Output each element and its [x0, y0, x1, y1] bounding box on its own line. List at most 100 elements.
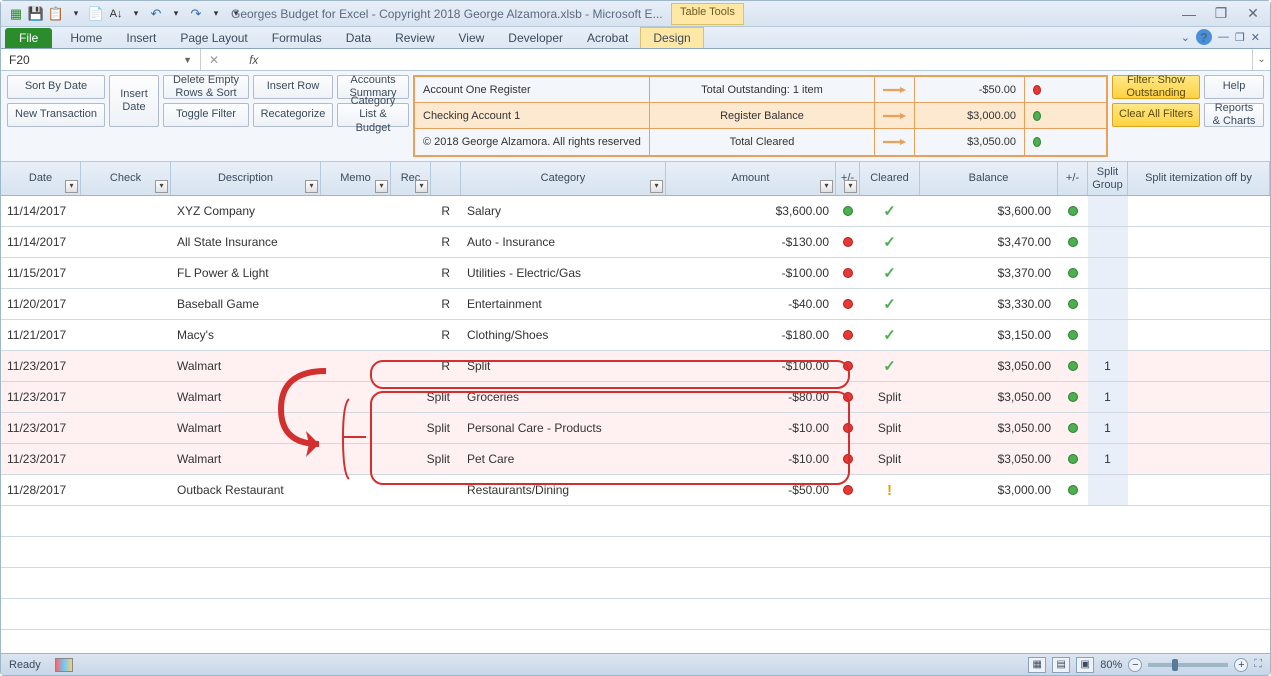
sort-by-date-button[interactable]: Sort By Date	[7, 75, 105, 99]
cell-rec[interactable]	[391, 444, 431, 474]
cell-check[interactable]	[81, 475, 171, 505]
cell-rec[interactable]	[391, 413, 431, 443]
redo-icon[interactable]: ↷	[187, 5, 205, 23]
tab-insert[interactable]: Insert	[114, 28, 168, 48]
cell-split-group[interactable]	[1088, 475, 1128, 505]
cell-rec-value[interactable]: Split	[431, 444, 461, 474]
filter-dropdown-icon[interactable]: ▾	[415, 180, 428, 193]
namebox-dropdown-icon[interactable]: ▼	[183, 55, 192, 65]
cell-balance[interactable]: $3,000.00	[920, 475, 1058, 505]
dropdown-icon[interactable]: ▾	[207, 5, 225, 23]
close-icon[interactable]: ✕	[1242, 6, 1264, 22]
page-break-view-icon[interactable]: ▣	[1076, 657, 1094, 673]
cell-category[interactable]: Clothing/Shoes	[461, 320, 666, 350]
table-row[interactable]: 11/28/2017Outback RestaurantRestaurants/…	[1, 475, 1270, 506]
cell-rec-value[interactable]: Split	[431, 382, 461, 412]
cell-split-group[interactable]: 1	[1088, 444, 1128, 474]
cell-memo[interactable]	[321, 196, 391, 226]
cell-split-group[interactable]	[1088, 196, 1128, 226]
cell-memo[interactable]	[321, 413, 391, 443]
cell-category[interactable]: Groceries	[461, 382, 666, 412]
cell-description[interactable]: Outback Restaurant	[171, 475, 321, 505]
zoom-level[interactable]: 80%	[1100, 659, 1122, 671]
cell-cleared[interactable]: Split	[860, 413, 920, 443]
cell-amount[interactable]: -$40.00	[666, 289, 836, 319]
cell-amount[interactable]: -$100.00	[666, 258, 836, 288]
cell-cleared[interactable]: ✓	[860, 196, 920, 226]
cell-memo[interactable]	[321, 227, 391, 257]
cell-rec[interactable]	[391, 258, 431, 288]
cell-amount[interactable]: -$180.00	[666, 320, 836, 350]
cell-split-group[interactable]: 1	[1088, 382, 1128, 412]
summary-row[interactable]: Account One RegisterTotal Outstanding: 1…	[415, 77, 1106, 103]
empty-row[interactable]	[1, 599, 1270, 630]
header-check[interactable]: Check▾	[81, 162, 171, 195]
undo-icon[interactable]: ↶	[147, 5, 165, 23]
cell-check[interactable]	[81, 289, 171, 319]
header-rec[interactable]: Rec▾	[391, 162, 431, 195]
tab-data[interactable]: Data	[334, 28, 383, 48]
filter-dropdown-icon[interactable]: ▾	[844, 180, 857, 193]
cell-date[interactable]: 11/15/2017	[1, 258, 81, 288]
fullscreen-icon[interactable]: ⛶	[1254, 658, 1262, 671]
cell-description[interactable]: All State Insurance	[171, 227, 321, 257]
normal-view-icon[interactable]: ▦	[1028, 657, 1046, 673]
formula-input[interactable]	[288, 53, 1244, 67]
header-amount[interactable]: Amount▾	[666, 162, 836, 195]
tab-acrobat[interactable]: Acrobat	[575, 28, 640, 48]
cell-check[interactable]	[81, 444, 171, 474]
table-row[interactable]: 11/23/2017WalmartRSplit-$100.00✓$3,050.0…	[1, 351, 1270, 382]
cell-split-group[interactable]	[1088, 227, 1128, 257]
header-pm2[interactable]: +/-	[1058, 162, 1088, 195]
cell-memo[interactable]	[321, 475, 391, 505]
cell-rec[interactable]	[391, 475, 431, 505]
cell-cleared[interactable]: ✓	[860, 289, 920, 319]
cell-rec-value[interactable]: R	[431, 289, 461, 319]
cell-balance[interactable]: $3,150.00	[920, 320, 1058, 350]
header-description[interactable]: Description▾	[171, 162, 321, 195]
cell-memo[interactable]	[321, 289, 391, 319]
cell-description[interactable]: Walmart	[171, 351, 321, 381]
cell-rec[interactable]	[391, 196, 431, 226]
cell-split-item[interactable]	[1128, 413, 1248, 443]
macro-record-icon[interactable]	[55, 658, 73, 672]
zoom-in-icon[interactable]: +	[1234, 658, 1248, 672]
filter-dropdown-icon[interactable]: ▾	[65, 180, 78, 193]
cell-rec[interactable]	[391, 320, 431, 350]
cell-split-item[interactable]	[1128, 382, 1248, 412]
delete-empty-rows-button[interactable]: Delete Empty Rows & Sort	[163, 75, 249, 99]
insert-row-button[interactable]: Insert Row	[253, 75, 333, 99]
save-icon[interactable]: 💾	[27, 5, 45, 23]
cell-amount[interactable]: -$130.00	[666, 227, 836, 257]
cell-rec-value[interactable]: R	[431, 227, 461, 257]
filter-dropdown-icon[interactable]: ▾	[155, 180, 168, 193]
help-button[interactable]: Help	[1204, 75, 1264, 99]
cell-description[interactable]: Walmart	[171, 413, 321, 443]
table-row[interactable]: 11/14/2017XYZ CompanyRSalary$3,600.00✓$3…	[1, 196, 1270, 227]
paste-icon[interactable]: 📄	[87, 5, 105, 23]
cell-amount[interactable]: -$10.00	[666, 413, 836, 443]
cell-split-group[interactable]: 1	[1088, 413, 1128, 443]
cell-cleared[interactable]: ✓	[860, 351, 920, 381]
cell-rec-value[interactable]: R	[431, 196, 461, 226]
cell-check[interactable]	[81, 196, 171, 226]
cell-description[interactable]: Macy's	[171, 320, 321, 350]
page-layout-view-icon[interactable]: ▤	[1052, 657, 1070, 673]
header-split-itemization[interactable]: Split itemization off by	[1128, 162, 1270, 195]
cell-date[interactable]: 11/14/2017	[1, 227, 81, 257]
cell-description[interactable]: Baseball Game	[171, 289, 321, 319]
new-transaction-button[interactable]: New Transaction	[7, 103, 105, 127]
cell-category[interactable]: Split	[461, 351, 666, 381]
dropdown-icon[interactable]: ▾	[67, 5, 85, 23]
cell-cleared[interactable]: Split	[860, 382, 920, 412]
cell-description[interactable]: XYZ Company	[171, 196, 321, 226]
empty-row[interactable]	[1, 506, 1270, 537]
cell-split-group[interactable]	[1088, 289, 1128, 319]
cell-memo[interactable]	[321, 351, 391, 381]
filter-dropdown-icon[interactable]: ▾	[820, 180, 833, 193]
window-restore-icon[interactable]: ❐	[1235, 31, 1245, 44]
cell-amount[interactable]: -$10.00	[666, 444, 836, 474]
cell-rec-value[interactable]: Split	[431, 413, 461, 443]
expand-formula-bar-icon[interactable]: ⌄	[1252, 49, 1270, 70]
toggle-filter-button[interactable]: Toggle Filter	[163, 103, 249, 127]
